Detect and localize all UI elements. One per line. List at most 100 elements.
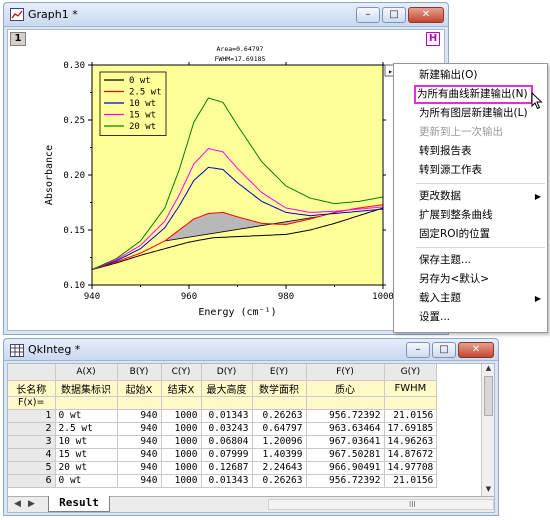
- column-header-c[interactable]: C(Y): [161, 364, 202, 381]
- table-cell[interactable]: 21.0156: [384, 474, 438, 488]
- table-cell[interactable]: 1.20096: [252, 435, 307, 449]
- table-cell[interactable]: 10 wt: [55, 435, 118, 449]
- maximize-button[interactable]: □: [382, 7, 406, 23]
- menu-item-fix-roi-position[interactable]: 固定ROI的位置: [394, 225, 547, 244]
- graph-title-bar[interactable]: Graph1 * – □ ✕: [4, 3, 448, 27]
- table-row[interactable]: 5 20 wt 940 1000 0.12687 2.24643 966.90491 14.9…: [8, 461, 438, 475]
- long-name-cell[interactable]: 质心: [306, 380, 385, 397]
- table-cell[interactable]: 20 wt: [55, 461, 118, 475]
- menu-item-go-to-report[interactable]: 转到报告表: [394, 142, 547, 161]
- formula-cell[interactable]: [201, 396, 253, 410]
- table-cell[interactable]: 14.87672: [384, 448, 438, 462]
- close-button[interactable]: ✕: [458, 342, 494, 358]
- table-row[interactable]: 3 10 wt 940 1000 0.06804 1.20096 967.03641 14.9…: [8, 435, 438, 449]
- row-number[interactable]: 1: [8, 409, 56, 423]
- table-cell[interactable]: 14.97708: [384, 461, 438, 475]
- table-cell[interactable]: 956.72392: [306, 409, 385, 423]
- tab-result[interactable]: Result: [48, 496, 110, 512]
- table-cell[interactable]: 1000: [161, 422, 202, 436]
- menu-item-load-theme[interactable]: 载入主题 ▶: [394, 289, 547, 308]
- table-cell[interactable]: 1000: [161, 461, 202, 475]
- row-number[interactable]: 3: [8, 435, 56, 449]
- table-cell[interactable]: 0 wt: [55, 409, 118, 423]
- formula-cell[interactable]: [306, 396, 385, 410]
- row-number[interactable]: 5: [8, 461, 56, 475]
- table-cell[interactable]: 940: [117, 409, 162, 423]
- table-cell[interactable]: 0.01343: [201, 409, 253, 423]
- table-row[interactable]: 2 2.5 wt 940 1000 0.03243 0.64797 963.63464 17.…: [8, 422, 438, 436]
- table-cell[interactable]: 2.5 wt: [55, 422, 118, 436]
- formula-cell[interactable]: [384, 396, 438, 410]
- close-button[interactable]: ✕: [408, 7, 444, 23]
- formula-cell[interactable]: [117, 396, 162, 410]
- scroll-down-icon[interactable]: ▼: [482, 485, 494, 496]
- menu-item-new-output[interactable]: 新建输出(O): [394, 66, 547, 85]
- table-cell[interactable]: 967.03641: [306, 435, 385, 449]
- long-name-cell[interactable]: 数学面积: [252, 380, 307, 397]
- table-cell[interactable]: 1000: [161, 448, 202, 462]
- table-cell[interactable]: 940: [117, 448, 162, 462]
- maximize-button[interactable]: □: [432, 342, 456, 358]
- scroll-up-icon[interactable]: ▲: [482, 364, 494, 375]
- table-cell[interactable]: 956.72392: [306, 474, 385, 488]
- column-header-g[interactable]: G(Y): [384, 364, 438, 381]
- table-cell[interactable]: 940: [117, 435, 162, 449]
- long-name-cell[interactable]: 结束X: [161, 380, 202, 397]
- row-number[interactable]: 2: [8, 422, 56, 436]
- table-cell[interactable]: 0.26263: [252, 474, 307, 488]
- table-cell[interactable]: 21.0156: [384, 409, 438, 423]
- table-cell[interactable]: 0 wt: [55, 474, 118, 488]
- table-cell[interactable]: 1000: [161, 474, 202, 488]
- long-name-cell[interactable]: 最大高度: [201, 380, 253, 397]
- row-number[interactable]: 4: [8, 448, 56, 462]
- column-header-b[interactable]: B(Y): [117, 364, 162, 381]
- worksheet-grid[interactable]: A(X) B(Y) C(Y) D(Y) E(Y) F(Y) G(Y) 长名称 数…: [8, 364, 438, 488]
- table-cell[interactable]: 940: [117, 474, 162, 488]
- formula-cell[interactable]: [55, 396, 118, 410]
- formula-cell[interactable]: [252, 396, 307, 410]
- menu-item-go-to-source[interactable]: 转到源工作表: [394, 161, 547, 180]
- vertical-scrollbar[interactable]: ▲ ▼: [481, 364, 494, 496]
- menu-item-new-output-all-layers[interactable]: 为所有图层新建输出(L): [394, 104, 547, 123]
- scroll-grip-icon[interactable]: lll: [409, 500, 416, 509]
- worksheet[interactable]: A(X) B(Y) C(Y) D(Y) E(Y) F(Y) G(Y) 长名称 数…: [7, 363, 495, 513]
- table-cell[interactable]: 1.40399: [252, 448, 307, 462]
- table-cell[interactable]: 0.12687: [201, 461, 253, 475]
- table-cell[interactable]: 966.90491: [306, 461, 385, 475]
- table-cell[interactable]: 14.96263: [384, 435, 438, 449]
- tab-prev-icon[interactable]: ◀: [14, 499, 21, 509]
- table-cell[interactable]: 940: [117, 461, 162, 475]
- scroll-thumb[interactable]: [484, 376, 493, 416]
- long-name-cell[interactable]: 数据集标识: [55, 380, 118, 397]
- corner-cell[interactable]: [8, 364, 56, 381]
- table-cell[interactable]: 0.01343: [201, 474, 253, 488]
- formula-cell[interactable]: [161, 396, 202, 410]
- table-row[interactable]: 60 wt 940 1000 0.01343 0.26263 956.72392 21.01…: [8, 474, 438, 488]
- table-cell[interactable]: 940: [117, 422, 162, 436]
- qkinteg-title-bar[interactable]: QkInteg * – □ ✕: [4, 339, 498, 361]
- table-cell[interactable]: 15 wt: [55, 448, 118, 462]
- menu-item-settings[interactable]: 设置...: [394, 308, 547, 327]
- graph-page[interactable]: 1 H 940 960 980 1000 0.10 0.15 0.20 0.25 0.30 Ene…: [7, 29, 445, 331]
- table-cell[interactable]: 0.07999: [201, 448, 253, 462]
- column-header-e[interactable]: E(Y): [252, 364, 307, 381]
- long-name-cell[interactable]: FWHM: [384, 380, 438, 397]
- table-cell[interactable]: 0.06804: [201, 435, 253, 449]
- long-name-cell[interactable]: 起始X: [117, 380, 162, 397]
- column-header-a[interactable]: A(X): [55, 364, 118, 381]
- minimize-button[interactable]: –: [356, 7, 380, 23]
- table-cell[interactable]: 0.64797: [252, 422, 307, 436]
- column-header-f[interactable]: F(Y): [306, 364, 385, 381]
- column-header-d[interactable]: D(Y): [201, 364, 253, 381]
- row-number[interactable]: 6: [8, 474, 56, 488]
- table-cell[interactable]: 963.63464: [306, 422, 385, 436]
- table-row[interactable]: 10 wt 940 1000 0.01343 0.26263 956.72392 21.01…: [8, 409, 438, 423]
- tab-next-icon[interactable]: ▶: [28, 499, 35, 509]
- table-cell[interactable]: 0.03243: [201, 422, 253, 436]
- minimize-button[interactable]: –: [406, 342, 430, 358]
- menu-item-expand-to-full-curve[interactable]: 扩展到整条曲线: [394, 206, 547, 225]
- table-cell[interactable]: 0.26263: [252, 409, 307, 423]
- table-cell[interactable]: 967.50281: [306, 448, 385, 462]
- table-cell[interactable]: 2.24643: [252, 461, 307, 475]
- table-cell[interactable]: 1000: [161, 435, 202, 449]
